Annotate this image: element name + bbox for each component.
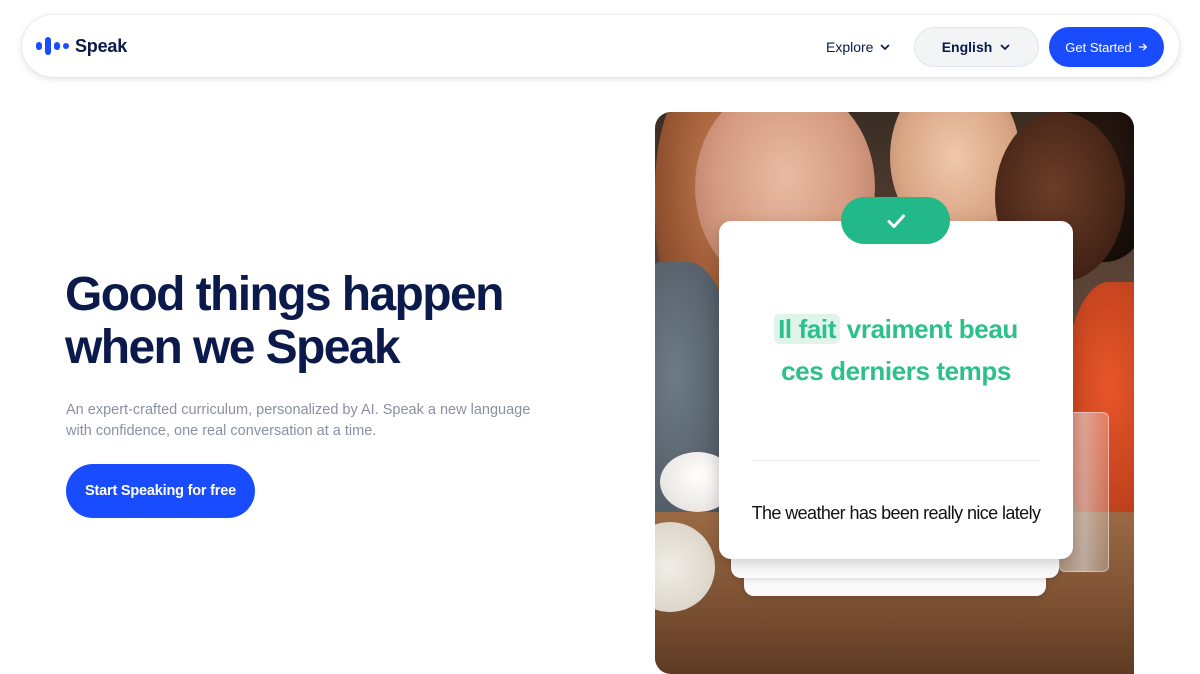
hero-title-line1: Good things happen	[65, 268, 504, 321]
speak-logo-icon	[36, 37, 69, 55]
top-nav: Speak Explore English Get Started	[22, 15, 1179, 77]
brand-name: Speak	[75, 35, 128, 56]
phrase-highlight: Il fait	[774, 314, 840, 344]
get-started-button[interactable]: Get Started	[1049, 27, 1164, 67]
checkmark-icon	[887, 214, 905, 228]
speak-logo[interactable]: Speak	[36, 35, 127, 57]
hero-subtitle: An expert-crafted curriculum, personaliz…	[66, 402, 531, 439]
get-started-label: Get Started	[1065, 39, 1132, 55]
language-label: English	[941, 39, 993, 55]
english-translation: The weather has been really nice lately	[751, 503, 1041, 523]
chevron-down-icon	[881, 44, 890, 50]
success-badge	[841, 197, 950, 244]
hero-title-line2: when we Speak	[65, 321, 401, 374]
start-speaking-button[interactable]: Start Speaking for free	[66, 464, 255, 518]
chevron-down-icon	[1000, 44, 1010, 50]
card-divider	[752, 460, 1040, 461]
phrase-line2: ces derniers temps	[781, 356, 1011, 386]
hero-title: Good things happen when we Speak	[65, 268, 585, 374]
phrase-rest-line1: vraiment beau	[846, 314, 1018, 344]
explore-menu[interactable]: Explore	[826, 36, 891, 58]
language-selector[interactable]: English	[914, 27, 1039, 67]
french-phrase: Il fait vraiment beau ces derniers temps	[719, 308, 1073, 392]
arrow-right-icon	[1138, 43, 1147, 51]
explore-label: Explore	[826, 39, 874, 55]
